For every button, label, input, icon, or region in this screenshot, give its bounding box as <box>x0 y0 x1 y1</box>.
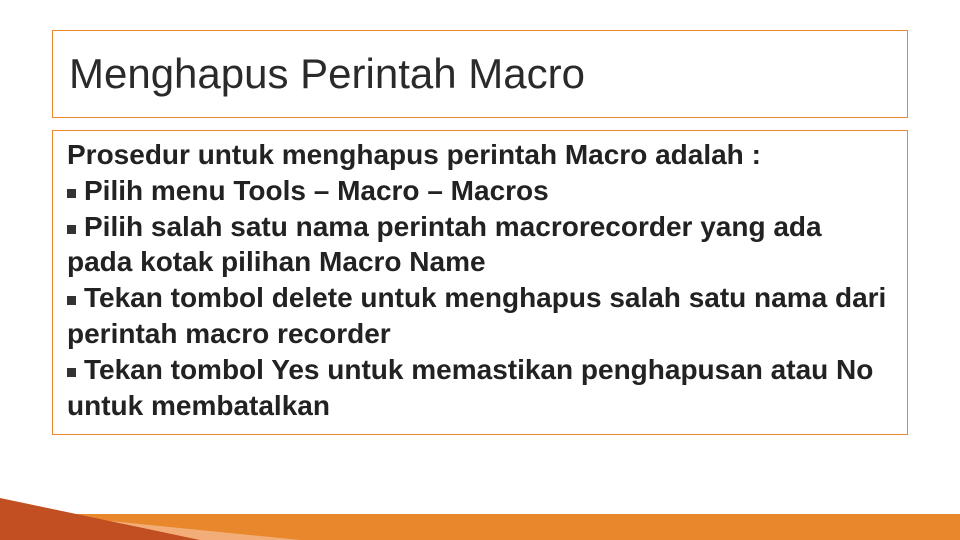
list-item: Pilih menu Tools – Macro – Macros <box>67 173 893 209</box>
slide: Menghapus Perintah Macro Prosedur untuk … <box>0 0 960 540</box>
list-item: Tekan tombol delete untuk menghapus sala… <box>67 280 893 352</box>
list-item: Tekan tombol Yes untuk memastikan pengha… <box>67 352 893 424</box>
bullet-icon <box>67 368 76 377</box>
title-box: Menghapus Perintah Macro <box>52 30 908 118</box>
bullet-icon <box>67 189 76 198</box>
item-text: Pilih salah satu nama perintah macroreco… <box>67 211 822 278</box>
item-text: Tekan tombol Yes untuk memastikan pengha… <box>67 354 873 421</box>
body-box: Prosedur untuk menghapus perintah Macro … <box>52 130 908 435</box>
intro-text: Prosedur untuk menghapus perintah Macro … <box>67 137 893 173</box>
bullet-icon <box>67 225 76 234</box>
list-item: Pilih salah satu nama perintah macroreco… <box>67 209 893 281</box>
decorative-wedge-dark <box>0 498 200 540</box>
slide-title: Menghapus Perintah Macro <box>69 50 585 98</box>
item-text: Pilih menu Tools – Macro – Macros <box>84 175 549 206</box>
item-text: Tekan tombol delete untuk menghapus sala… <box>67 282 886 349</box>
bullet-icon <box>67 296 76 305</box>
